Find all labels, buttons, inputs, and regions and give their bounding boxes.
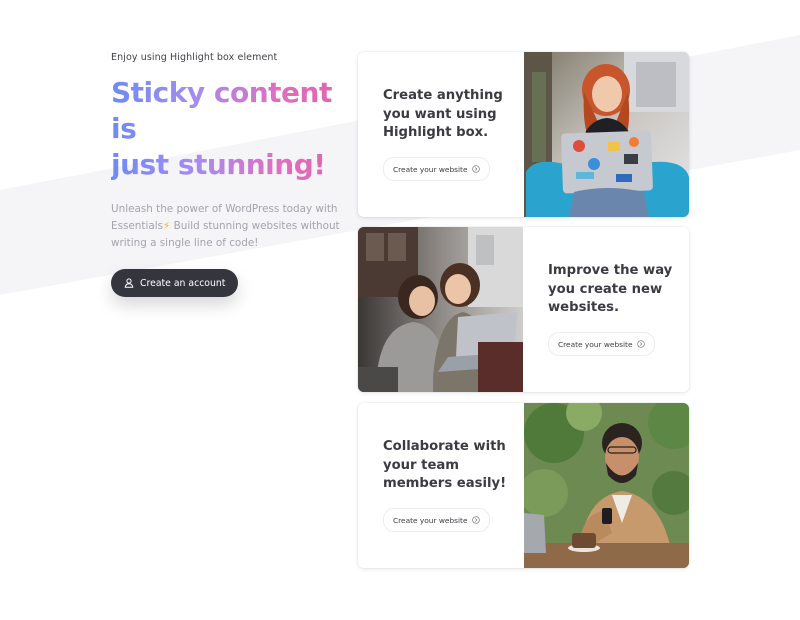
create-website-label: Create your website xyxy=(558,339,633,349)
woman-with-laptop-photo xyxy=(524,52,689,217)
arrow-circle-icon xyxy=(471,516,480,524)
page: Enjoy using Highlight box element Sticky… xyxy=(0,0,800,620)
highlight-card-2: Improve the way you create new websites.… xyxy=(358,227,689,392)
create-website-label: Create your website xyxy=(393,164,468,174)
card-title: Collaborate with your team members easil… xyxy=(383,439,507,491)
create-account-label: Create an account xyxy=(140,277,226,289)
user-icon xyxy=(124,278,134,288)
arrow-circle-icon xyxy=(636,340,645,348)
hero-section: Enjoy using Highlight box element Sticky… xyxy=(111,52,351,297)
create-account-button[interactable]: Create an account xyxy=(111,269,239,297)
arrow-circle-icon xyxy=(471,165,480,173)
headline-line-2: just stunning! xyxy=(111,148,326,181)
create-website-button[interactable]: Create your website xyxy=(548,332,655,356)
card-text: Collaborate with your team members easil… xyxy=(358,403,524,568)
card-text: Create anything you want using Highlight… xyxy=(358,52,524,217)
two-women-with-laptop-photo xyxy=(358,227,523,392)
eyebrow-text: Enjoy using Highlight box element xyxy=(111,52,278,63)
card-title: Create anything you want using Highlight… xyxy=(383,88,503,140)
headline-line-1: Sticky content is xyxy=(111,76,332,145)
man-with-phone-photo xyxy=(524,403,689,568)
hero-headline: Sticky content is just stunning! xyxy=(111,75,351,183)
card-title: Improve the way you create new websites. xyxy=(548,263,673,315)
highlight-card-3: Collaborate with your team members easil… xyxy=(358,403,689,568)
hero-description: Unleash the power of WordPress today wit… xyxy=(111,201,341,252)
highlight-card-1: Create anything you want using Highlight… xyxy=(358,52,689,217)
card-text: Improve the way you create new websites.… xyxy=(523,227,689,392)
create-website-button[interactable]: Create your website xyxy=(383,508,490,532)
create-website-label: Create your website xyxy=(393,515,468,525)
create-website-button[interactable]: Create your website xyxy=(383,157,490,181)
